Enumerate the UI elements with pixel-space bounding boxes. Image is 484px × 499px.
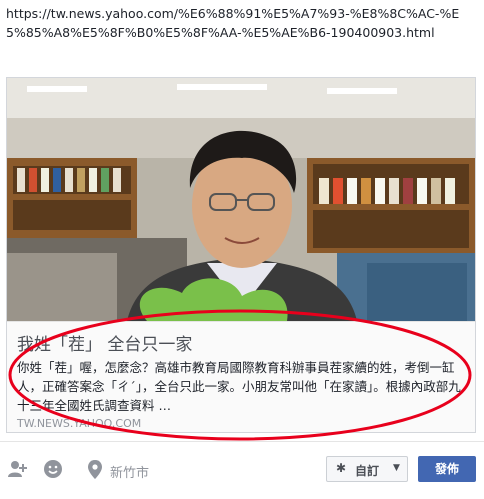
caret-down-icon: ▼ xyxy=(393,463,400,473)
composer-toolbar: 新竹市 ✱ 自訂 ▼ 發佈 xyxy=(0,441,484,499)
feeling-icon[interactable] xyxy=(42,458,64,480)
privacy-label: 自訂 xyxy=(355,464,380,478)
article-photo xyxy=(7,78,475,321)
tag-friends-icon[interactable] xyxy=(6,458,28,480)
location-text[interactable]: 新竹市 xyxy=(110,462,149,481)
share-url-text: https://tw.news.yahoo.com/%E6%88%91%E5%A… xyxy=(6,6,460,40)
article-title[interactable]: 我姓「茬」 全台只一家 xyxy=(17,330,192,355)
privacy-selector-button[interactable]: ✱ 自訂 ▼ xyxy=(326,456,408,482)
article-source-domain: TW.NEWS.YAHOO.COM xyxy=(17,417,142,430)
link-preview-card[interactable]: 我姓「茬」 全台只一家 你姓「茬」喔，怎麼念？高雄市教育局國際教育科辦事員茬家續… xyxy=(6,77,476,433)
post-button[interactable]: 發佈 xyxy=(418,456,476,482)
gear-icon: ✱ xyxy=(336,461,347,475)
location-pin-icon[interactable] xyxy=(84,458,106,480)
link-preview-text: 我姓「茬」 全台只一家 你姓「茬」喔，怎麼念？高雄市教育局國際教育科辦事員茬家續… xyxy=(7,321,475,432)
article-description: 你姓「茬」喔，怎麼念？高雄市教育局國際教育科辦事員茬家續的姓，考倒一缸人，正確答… xyxy=(17,360,461,413)
